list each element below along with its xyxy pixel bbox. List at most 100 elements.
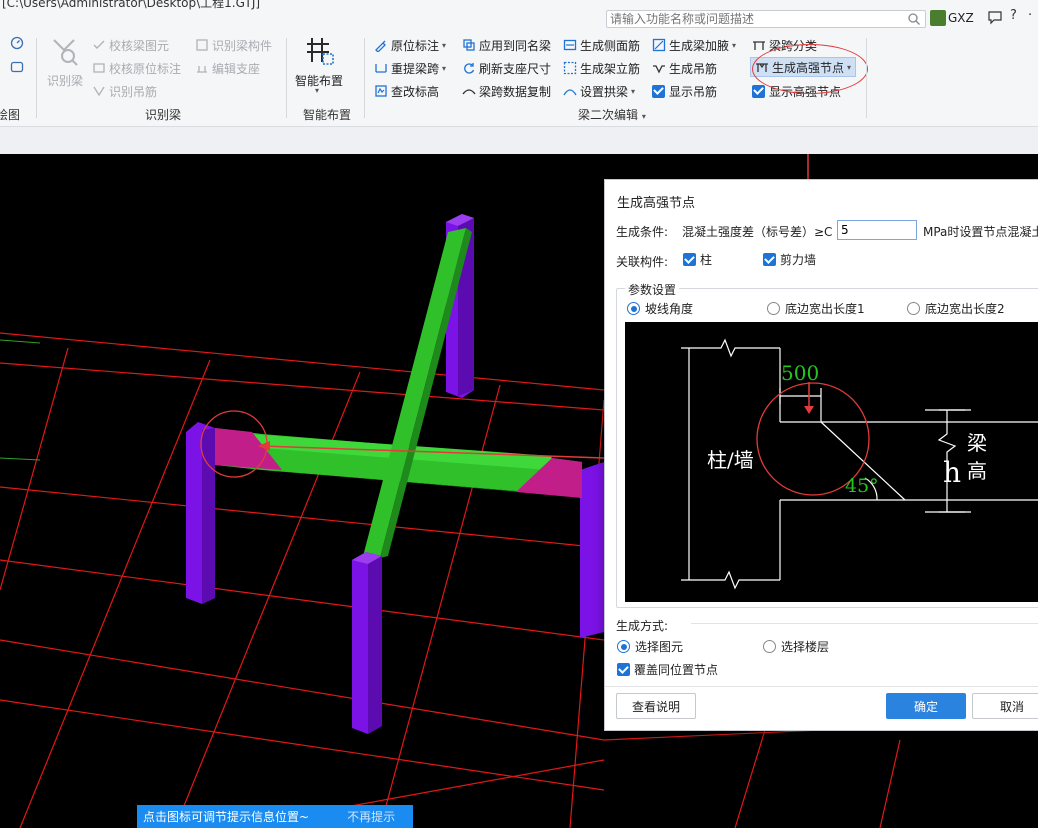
related-column-checkbox[interactable]: 柱 bbox=[683, 251, 712, 268]
dont-show-again-link[interactable]: 不再提示 bbox=[347, 808, 395, 825]
re-extract-span-icon bbox=[375, 64, 387, 73]
checkbox-checked-icon[interactable] bbox=[763, 253, 776, 266]
rectangle-icon[interactable] bbox=[10, 60, 24, 74]
clock-icon[interactable] bbox=[10, 36, 24, 50]
ribbon-footer-strip bbox=[0, 126, 1038, 154]
more-icon[interactable]: · bbox=[1028, 8, 1032, 23]
axis-green-line bbox=[0, 339, 41, 344]
refresh-support-size-label: 刷新支座尺寸 bbox=[479, 61, 552, 76]
recognize-beam-component-button[interactable]: 识别梁构件 bbox=[195, 35, 272, 55]
check-beam-elements-button[interactable]: 校核梁图元 bbox=[92, 35, 169, 55]
user-name: GXZ bbox=[948, 11, 974, 25]
refresh-support-size-button[interactable]: 刷新支座尺寸 bbox=[462, 58, 551, 78]
related-label: 关联构件: bbox=[616, 255, 669, 269]
chevron-down-icon[interactable]: ▾ bbox=[442, 41, 446, 50]
related-shearwall-checkbox[interactable]: 剪力墙 bbox=[763, 251, 816, 268]
ok-button[interactable]: 确定 bbox=[886, 693, 966, 719]
option-bottom-width-2[interactable]: 底边宽出长度2 bbox=[907, 300, 1005, 317]
chevron-down-icon[interactable]: ▾ bbox=[732, 41, 736, 50]
check-elevation-button[interactable]: 查改标高 bbox=[374, 81, 439, 101]
view-help-button[interactable]: 查看说明 bbox=[616, 693, 696, 719]
generate-erection-rebar-button[interactable]: 生成架立筋 bbox=[563, 58, 640, 78]
check-inplace-annotation-label: 校核原位标注 bbox=[109, 61, 182, 76]
feature-search-input[interactable] bbox=[607, 11, 899, 27]
check-beam-elements-label: 校核梁图元 bbox=[109, 38, 170, 53]
chat-icon[interactable] bbox=[987, 9, 1003, 25]
user-avatar-icon bbox=[930, 10, 946, 26]
overwrite-node-checkbox[interactable]: 覆盖同位置节点 bbox=[617, 661, 718, 678]
copy-span-data-button[interactable]: 梁跨数据复制 bbox=[462, 81, 551, 101]
radio-selected-icon[interactable] bbox=[627, 302, 640, 315]
radio-selected-icon[interactable] bbox=[617, 640, 630, 653]
recognize-beam-icon bbox=[53, 39, 78, 66]
column-right[interactable] bbox=[580, 462, 604, 638]
column-front[interactable] bbox=[352, 552, 382, 734]
check-elevation-label: 查改标高 bbox=[391, 84, 440, 99]
generate-hanger-bar-label: 生成吊筋 bbox=[669, 61, 718, 76]
inplace-annotation-label: 原位标注 bbox=[391, 38, 440, 53]
column-wall-label: 柱/墙 bbox=[707, 448, 754, 472]
cancel-button[interactable]: 取消 bbox=[972, 693, 1038, 719]
search-icon[interactable] bbox=[907, 12, 921, 26]
recognize-beam-component-label: 识别梁构件 bbox=[212, 38, 273, 53]
related-column-label: 柱 bbox=[700, 253, 713, 267]
parameter-settings-legend: 参数设置 bbox=[625, 281, 680, 298]
edit-support-label: 编辑支座 bbox=[212, 61, 261, 76]
method-select-floor[interactable]: 选择楼层 bbox=[763, 638, 829, 655]
check-annotation-icon bbox=[93, 63, 105, 73]
generate-hanger-bar-button[interactable]: 生成吊筋 bbox=[652, 58, 717, 78]
erection-rebar-icon bbox=[563, 61, 577, 75]
generate-side-rebar-button[interactable]: 生成侧面筋 bbox=[563, 35, 640, 55]
recognize-beam-label: 识别梁 bbox=[46, 74, 83, 88]
annotation-highlight-circle bbox=[752, 44, 868, 94]
option-bottom-width-1-label: 底边宽出长度1 bbox=[785, 302, 865, 316]
set-arch-beam-button[interactable]: 设置拱梁 ▾ bbox=[563, 81, 635, 101]
method-divider bbox=[691, 623, 1038, 624]
check-elevation-icon bbox=[375, 85, 387, 97]
group-separator bbox=[364, 38, 365, 118]
help-icon[interactable]: ? bbox=[1010, 8, 1017, 23]
method-select-element[interactable]: 选择图元 bbox=[617, 638, 683, 655]
hanger-bar-icon bbox=[93, 86, 105, 97]
re-extract-span-button[interactable]: 重提梁跨 ▾ bbox=[374, 58, 446, 78]
user-account[interactable]: GXZ bbox=[930, 9, 974, 27]
option-bottom-width-1[interactable]: 底边宽出长度1 bbox=[767, 300, 865, 317]
feature-search[interactable] bbox=[606, 10, 926, 28]
smart-layout-button[interactable]: 智能布置 ▾ bbox=[292, 36, 346, 100]
group-label-beam-edit[interactable]: 梁二次编辑 ▾ bbox=[578, 106, 646, 123]
recognize-hanger-bar-button[interactable]: 识别吊筋 bbox=[92, 81, 157, 101]
checkbox-checked-icon[interactable] bbox=[617, 663, 630, 676]
apply-same-name-beam-label: 应用到同名梁 bbox=[479, 38, 552, 53]
checkbox-checked-icon[interactable] bbox=[752, 84, 765, 98]
method-select-element-label: 选择图元 bbox=[635, 640, 684, 654]
chevron-down-icon[interactable]: ▾ bbox=[442, 64, 446, 73]
strength-difference-input[interactable] bbox=[837, 220, 917, 240]
beam-haunch-icon bbox=[652, 38, 666, 52]
height-symbol-label: h bbox=[943, 456, 961, 489]
tip-message-text: 点击图标可调节提示信息位置~ bbox=[143, 810, 310, 824]
tip-message-bar[interactable]: 点击图标可调节提示信息位置~ 不再提示 bbox=[137, 805, 413, 828]
angle-label: 45° bbox=[845, 475, 879, 497]
check-inplace-annotation-button[interactable]: 校核原位标注 bbox=[92, 58, 181, 78]
option-slope-angle[interactable]: 坡线角度 bbox=[627, 300, 693, 317]
checkbox-checked-icon[interactable] bbox=[652, 84, 665, 98]
smart-layout-caret-icon[interactable]: ▾ bbox=[315, 86, 319, 95]
radio-unselected-icon[interactable] bbox=[763, 640, 776, 653]
option-slope-angle-label: 坡线角度 bbox=[645, 302, 694, 316]
show-hanger-bar-checkbox[interactable]: 显示吊筋 bbox=[652, 81, 717, 101]
recognize-beam-button[interactable]: 识别梁 bbox=[44, 36, 86, 92]
checkbox-checked-icon[interactable] bbox=[683, 253, 696, 266]
side-rebar-icon bbox=[563, 39, 577, 51]
chevron-down-icon[interactable]: ▾ bbox=[631, 87, 635, 96]
edit-support-button[interactable]: 编辑支座 bbox=[195, 58, 260, 78]
generate-beam-haunch-button[interactable]: 生成梁加腋 ▾ bbox=[652, 35, 736, 55]
radio-unselected-icon[interactable] bbox=[907, 302, 920, 315]
show-hanger-bar-label: 显示吊筋 bbox=[669, 84, 718, 99]
arch-beam-icon bbox=[563, 89, 577, 96]
apply-same-name-beam-button[interactable]: 应用到同名梁 bbox=[462, 35, 551, 55]
group-label-draw: 绘图 bbox=[0, 108, 21, 122]
column-left[interactable] bbox=[186, 422, 215, 604]
radio-unselected-icon[interactable] bbox=[767, 302, 780, 315]
inplace-annotation-button[interactable]: 原位标注 ▾ bbox=[374, 35, 446, 55]
copy-span-icon bbox=[462, 89, 476, 95]
